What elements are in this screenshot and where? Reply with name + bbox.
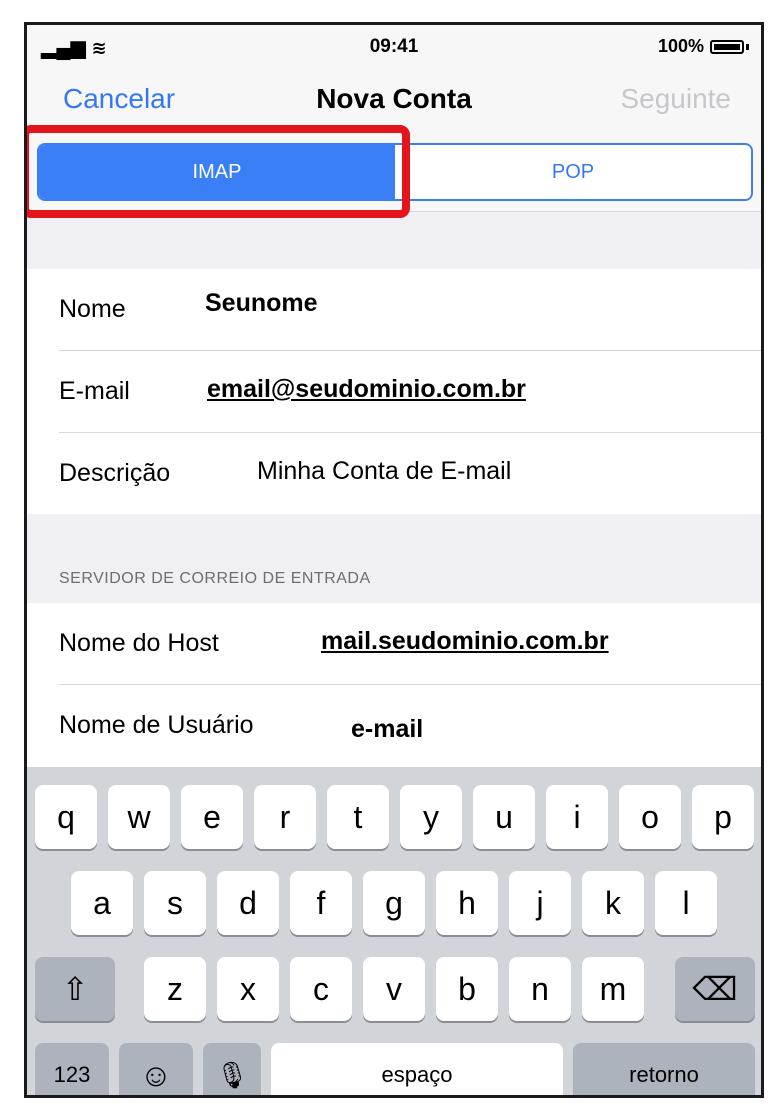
key-x[interactable]: x — [217, 957, 279, 1021]
nav-bar: Cancelar Nova Conta Seguinte — [27, 69, 761, 129]
key-n[interactable]: n — [509, 957, 571, 1021]
keyboard: qwertyuiop asdfghjkl ⇧ ⌫ zxcvbnm 123 ☺ 🎙… — [27, 767, 761, 1095]
email-label: E-mail — [59, 377, 130, 405]
key-e[interactable]: e — [181, 785, 243, 849]
return-key[interactable]: retorno — [573, 1043, 755, 1095]
microphone-key[interactable]: 🎙 — [203, 1043, 261, 1095]
next-button[interactable]: Seguinte — [620, 83, 731, 115]
shift-key[interactable]: ⇧ — [35, 957, 115, 1021]
key-k[interactable]: k — [582, 871, 644, 935]
username-row[interactable]: Nome de Usuário e-mail — [59, 685, 761, 766]
account-details-group: Nome Seunome E-mail email@seudominio.com… — [27, 269, 761, 514]
key-y[interactable]: y — [400, 785, 462, 849]
phone-screen: ▂▄▆ ≋ 09:41 100% Cancelar Nova Conta Seg… — [24, 22, 764, 1098]
key-i[interactable]: i — [546, 785, 608, 849]
name-row[interactable]: Nome Seunome — [59, 269, 761, 351]
imap-highlight-box — [27, 125, 410, 218]
key-l[interactable]: l — [655, 871, 717, 935]
emoji-key[interactable]: ☺ — [119, 1043, 193, 1095]
delete-key[interactable]: ⌫ — [675, 957, 755, 1021]
key-v[interactable]: v — [363, 957, 425, 1021]
key-t[interactable]: t — [327, 785, 389, 849]
battery-icon — [710, 39, 744, 54]
incoming-server-group: Nome do Host mail.seudominio.com.br Nome… — [27, 603, 761, 773]
key-h[interactable]: h — [436, 871, 498, 935]
host-row[interactable]: Nome do Host mail.seudominio.com.br — [59, 603, 761, 685]
username-label: Nome de Usuário — [59, 711, 254, 739]
description-field[interactable]: Minha Conta de E-mail — [257, 457, 511, 486]
key-p[interactable]: p — [692, 785, 754, 849]
description-row[interactable]: Descrição Minha Conta de E-mail — [59, 433, 761, 514]
status-time: 09:41 — [369, 36, 419, 57]
key-o[interactable]: o — [619, 785, 681, 849]
key-c[interactable]: c — [290, 957, 352, 1021]
email-row[interactable]: E-mail email@seudominio.com.br — [59, 351, 761, 433]
key-g[interactable]: g — [363, 871, 425, 935]
status-bar: ▂▄▆ ≋ 09:41 100% — [27, 25, 761, 69]
key-s[interactable]: s — [144, 871, 206, 935]
name-field[interactable]: Seunome — [205, 289, 318, 318]
key-u[interactable]: u — [473, 785, 535, 849]
numbers-key[interactable]: 123 — [35, 1043, 109, 1095]
host-field[interactable]: mail.seudominio.com.br — [321, 627, 609, 656]
battery-percent: 100% — [657, 36, 704, 56]
key-a[interactable]: a — [71, 871, 133, 935]
host-label: Nome do Host — [59, 629, 219, 657]
key-f[interactable]: f — [290, 871, 352, 935]
key-w[interactable]: w — [108, 785, 170, 849]
key-q[interactable]: q — [35, 785, 97, 849]
key-r[interactable]: r — [254, 785, 316, 849]
key-z[interactable]: z — [144, 957, 206, 1021]
email-field[interactable]: email@seudominio.com.br — [207, 375, 526, 404]
name-label: Nome — [59, 295, 126, 323]
incoming-server-header: SERVIDOR DE CORREIO DE ENTRADA — [59, 570, 371, 587]
key-b[interactable]: b — [436, 957, 498, 1021]
space-key[interactable]: espaço — [271, 1043, 563, 1095]
key-d[interactable]: d — [217, 871, 279, 935]
key-j[interactable]: j — [509, 871, 571, 935]
pop-segment[interactable]: POP — [395, 145, 751, 199]
description-label: Descrição — [59, 459, 171, 487]
username-field[interactable]: e-mail — [351, 715, 423, 744]
key-m[interactable]: m — [582, 957, 644, 1021]
